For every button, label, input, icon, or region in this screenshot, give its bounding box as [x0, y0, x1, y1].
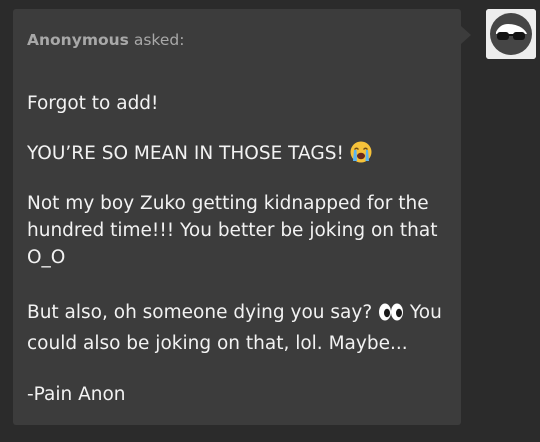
ask-paragraph-text: YOU’RE SO MEAN IN THOSE TAGS!	[27, 143, 344, 164]
asker-name: Anonymous	[27, 31, 129, 49]
ask-paragraph: But also, oh someone dying you say? You …	[27, 299, 452, 357]
ask-paragraph: YOU’RE SO MEAN IN THOSE TAGS!	[27, 140, 452, 171]
ask-paragraph: Forgot to add!	[27, 93, 159, 114]
ask-signature: -Pain Anon	[27, 384, 126, 405]
ask-paragraph: Not my boy Zuko getting kidnapped for th…	[27, 193, 438, 268]
eyes-icon	[378, 302, 404, 330]
ask-post: Anonymous asked: Forgot to add! YOU’RE S…	[0, 0, 540, 442]
ask-paragraph-text: But also, oh someone dying you say?	[27, 302, 373, 323]
anonymous-avatar-icon[interactable]	[486, 9, 536, 59]
ask-bubble: Anonymous asked: Forgot to add! YOU’RE S…	[13, 9, 461, 425]
asker-line: Anonymous asked:	[27, 31, 184, 49]
loudly-crying-face-icon	[350, 141, 372, 171]
asked-label: asked:	[133, 31, 185, 49]
bubble-pointer	[461, 26, 471, 44]
